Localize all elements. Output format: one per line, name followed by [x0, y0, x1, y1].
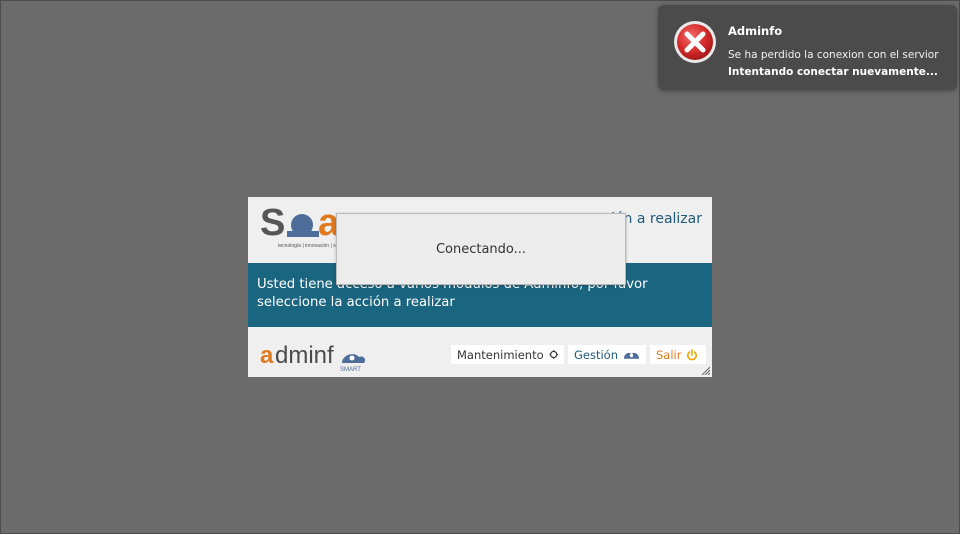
dialog-footer: a dminf SMART Mantenimiento Gestión Sali… — [248, 327, 712, 377]
notification-message: Se ha perdido la conexion con el servior — [728, 49, 939, 61]
salir-button[interactable]: Salir — [650, 345, 706, 364]
resize-grip-icon[interactable] — [700, 365, 710, 375]
error-x-icon — [674, 21, 716, 63]
gear-icon — [549, 350, 558, 359]
solu-tagline: tecnología | innovación | sol — [278, 243, 340, 249]
gestion-label: Gestión — [574, 347, 619, 362]
mantenimiento-label: Mantenimiento — [457, 347, 544, 362]
svg-text:S: S — [260, 202, 285, 244]
cloud-icon — [623, 352, 640, 359]
adminfo-logo-a: a — [260, 342, 274, 369]
gestion-button[interactable]: Gestión — [568, 345, 646, 364]
error-notification[interactable]: Adminfo Se ha perdido la conexion con el… — [658, 5, 957, 90]
mantenimiento-button[interactable]: Mantenimiento — [451, 345, 564, 364]
notification-status: Intentando conectar nuevamente... — [728, 66, 938, 78]
connecting-dialog: Conectando... — [336, 213, 626, 285]
salir-label: Salir — [656, 347, 682, 362]
adminfo-logo: a dminf SMART — [260, 342, 366, 373]
power-icon — [687, 348, 698, 360]
adminfo-logo-subtext: SMART — [340, 367, 361, 373]
adminfo-logo-text: dminf — [275, 342, 334, 369]
connecting-text: Conectando... — [435, 241, 527, 257]
notification-title: Adminfo — [728, 24, 783, 38]
